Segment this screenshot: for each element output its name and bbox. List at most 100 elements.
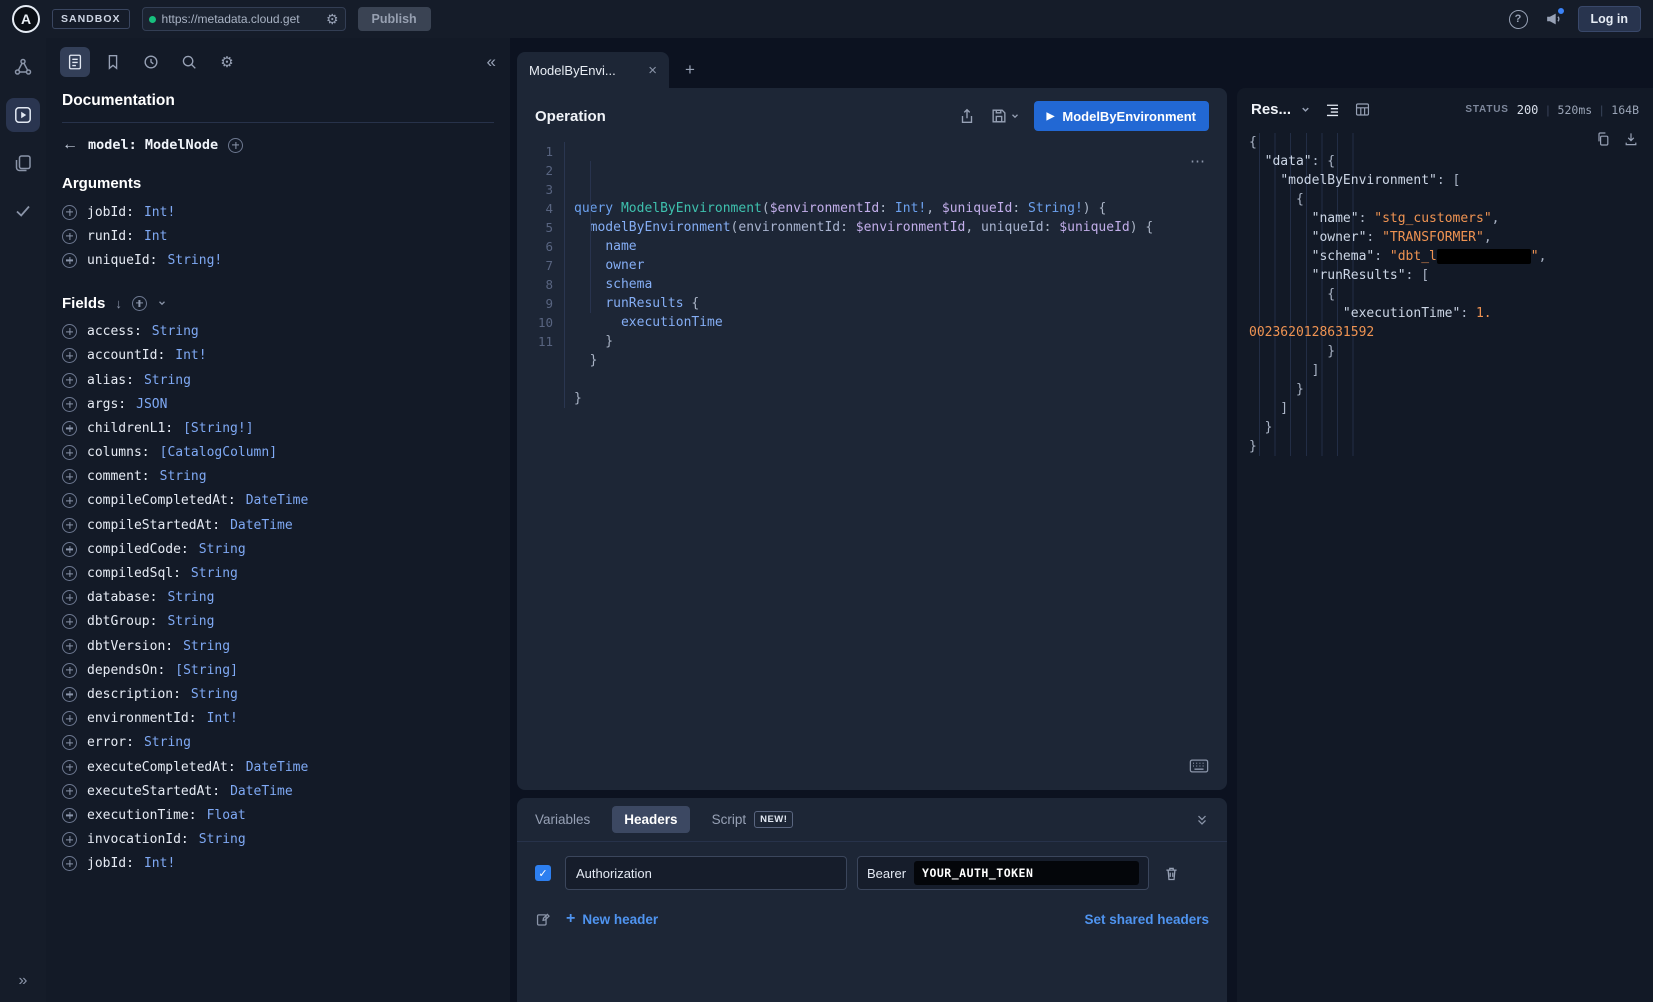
add-to-query-icon[interactable] (62, 711, 77, 726)
keyboard-shortcuts-icon[interactable] (1189, 758, 1209, 774)
header-enabled-checkbox[interactable]: ✓ (535, 865, 551, 881)
field-type[interactable]: DateTime (246, 760, 309, 775)
add-type-icon[interactable] (228, 138, 243, 153)
add-to-query-icon[interactable] (62, 832, 77, 847)
field-item[interactable]: executeCompletedAt:DateTime (46, 755, 510, 779)
add-to-query-icon[interactable] (62, 735, 77, 750)
field-item[interactable]: invocationId:String (46, 828, 510, 852)
add-to-query-icon[interactable] (62, 397, 77, 412)
collections-nav-icon[interactable] (6, 146, 40, 180)
field-item[interactable]: dbtVersion:String (46, 634, 510, 658)
code-line[interactable]: } (574, 332, 1227, 351)
field-type[interactable]: String (191, 566, 238, 581)
add-to-query-icon[interactable] (62, 229, 77, 244)
field-type[interactable]: String (144, 373, 191, 388)
explorer-nav-icon[interactable] (6, 98, 40, 132)
add-to-query-icon[interactable] (62, 205, 77, 220)
field-type[interactable]: Int! (144, 205, 175, 220)
endpoint-settings-icon[interactable]: ⚙ (326, 12, 339, 26)
field-type[interactable]: String (152, 324, 199, 339)
history-tab-icon[interactable] (136, 47, 166, 77)
bookmarks-tab-icon[interactable] (98, 47, 128, 77)
field-item[interactable]: compileCompletedAt:DateTime (46, 489, 510, 513)
add-to-query-icon[interactable] (62, 808, 77, 823)
login-button[interactable]: Log in (1578, 6, 1642, 32)
field-item[interactable]: comment:String (46, 465, 510, 489)
add-to-query-icon[interactable] (62, 784, 77, 799)
field-item[interactable]: error:String (46, 731, 510, 755)
field-item[interactable]: dependsOn:[String] (46, 658, 510, 682)
code-line[interactable] (574, 370, 1227, 389)
pretty-view-icon[interactable] (1324, 101, 1341, 118)
field-item[interactable]: access:String (46, 320, 510, 344)
field-type[interactable]: String (144, 735, 191, 750)
collapse-docs-icon[interactable]: « (487, 52, 496, 72)
settings-tab-icon[interactable]: ⚙ (212, 47, 242, 77)
argument-item[interactable]: uniqueId:String! (46, 248, 510, 272)
back-icon[interactable]: ← (62, 137, 78, 153)
close-tab-icon[interactable]: × (648, 62, 657, 79)
add-to-query-icon[interactable] (62, 348, 77, 363)
code-line[interactable]: } (574, 389, 1227, 408)
field-type[interactable]: String (183, 639, 230, 654)
field-type[interactable]: [String] (175, 663, 238, 678)
code-line[interactable]: schema (574, 275, 1227, 294)
sort-fields-icon[interactable]: ↓ (115, 296, 122, 311)
code-line[interactable]: runResults { (574, 294, 1227, 313)
field-item[interactable]: compiledCode:String (46, 537, 510, 561)
response-dropdown-chevron-icon[interactable] (1300, 104, 1311, 115)
add-to-query-icon[interactable] (62, 324, 77, 339)
field-type[interactable]: String (199, 832, 246, 847)
save-operation-icon[interactable] (990, 107, 1020, 125)
add-to-query-icon[interactable] (62, 493, 77, 508)
header-key-input[interactable] (565, 856, 847, 890)
tab-variables[interactable]: Variables (535, 812, 590, 827)
checks-nav-icon[interactable] (6, 194, 40, 228)
field-type[interactable]: String (199, 542, 246, 557)
field-type[interactable]: Int! (144, 856, 175, 871)
add-to-query-icon[interactable] (62, 253, 77, 268)
argument-item[interactable]: runId:Int (46, 224, 510, 248)
add-to-query-icon[interactable] (62, 687, 77, 702)
field-type[interactable]: String! (167, 253, 222, 268)
add-to-query-icon[interactable] (62, 469, 77, 484)
help-icon[interactable]: ? (1509, 10, 1528, 29)
schema-nav-icon[interactable] (6, 50, 40, 84)
field-type[interactable]: Int! (175, 348, 206, 363)
code-line[interactable]: query ModelByEnvironment($environmentId:… (574, 199, 1227, 218)
operation-menu-icon[interactable]: ⋯ (1190, 152, 1207, 170)
field-item[interactable]: executeStartedAt:DateTime (46, 779, 510, 803)
copy-response-icon[interactable] (1595, 131, 1611, 147)
apollo-logo[interactable]: A (12, 5, 40, 33)
add-to-query-icon[interactable] (62, 421, 77, 436)
code-line[interactable]: name (574, 237, 1227, 256)
code-line[interactable]: executionTime (574, 313, 1227, 332)
set-shared-headers-link[interactable]: Set shared headers (1084, 912, 1209, 927)
expand-rail-icon[interactable]: » (0, 972, 46, 990)
field-type[interactable]: String (167, 614, 214, 629)
field-type[interactable]: [CatalogColumn] (160, 445, 277, 460)
add-to-query-icon[interactable] (62, 566, 77, 581)
field-item[interactable]: environmentId:Int! (46, 707, 510, 731)
field-item[interactable]: compiledSql:String (46, 561, 510, 585)
endpoint-input[interactable]: https://metadata.cloud.get ⚙ (142, 7, 346, 31)
add-to-query-icon[interactable] (62, 373, 77, 388)
announcements-icon[interactable] (1544, 10, 1562, 28)
query-editor[interactable]: 1234567891011 query ModelByEnvironment($… (517, 142, 1227, 408)
share-operation-icon[interactable] (958, 107, 976, 125)
field-item[interactable]: executionTime:Float (46, 803, 510, 827)
field-type[interactable]: [String!] (183, 421, 253, 436)
add-to-query-icon[interactable] (62, 760, 77, 775)
add-to-query-icon[interactable] (62, 518, 77, 533)
code-line[interactable]: modelByEnvironment(environmentId: $envir… (574, 218, 1227, 237)
field-type[interactable]: DateTime (230, 784, 293, 799)
field-item[interactable]: alias:String (46, 368, 510, 392)
add-to-query-icon[interactable] (62, 590, 77, 605)
field-type[interactable]: Float (207, 808, 246, 823)
field-type[interactable]: String (160, 469, 207, 484)
code-line[interactable]: } (574, 351, 1227, 370)
field-type[interactable]: String (167, 590, 214, 605)
new-tab-button[interactable]: + (678, 58, 702, 82)
bulk-edit-headers-icon[interactable] (535, 911, 552, 928)
field-item[interactable]: database:String (46, 586, 510, 610)
